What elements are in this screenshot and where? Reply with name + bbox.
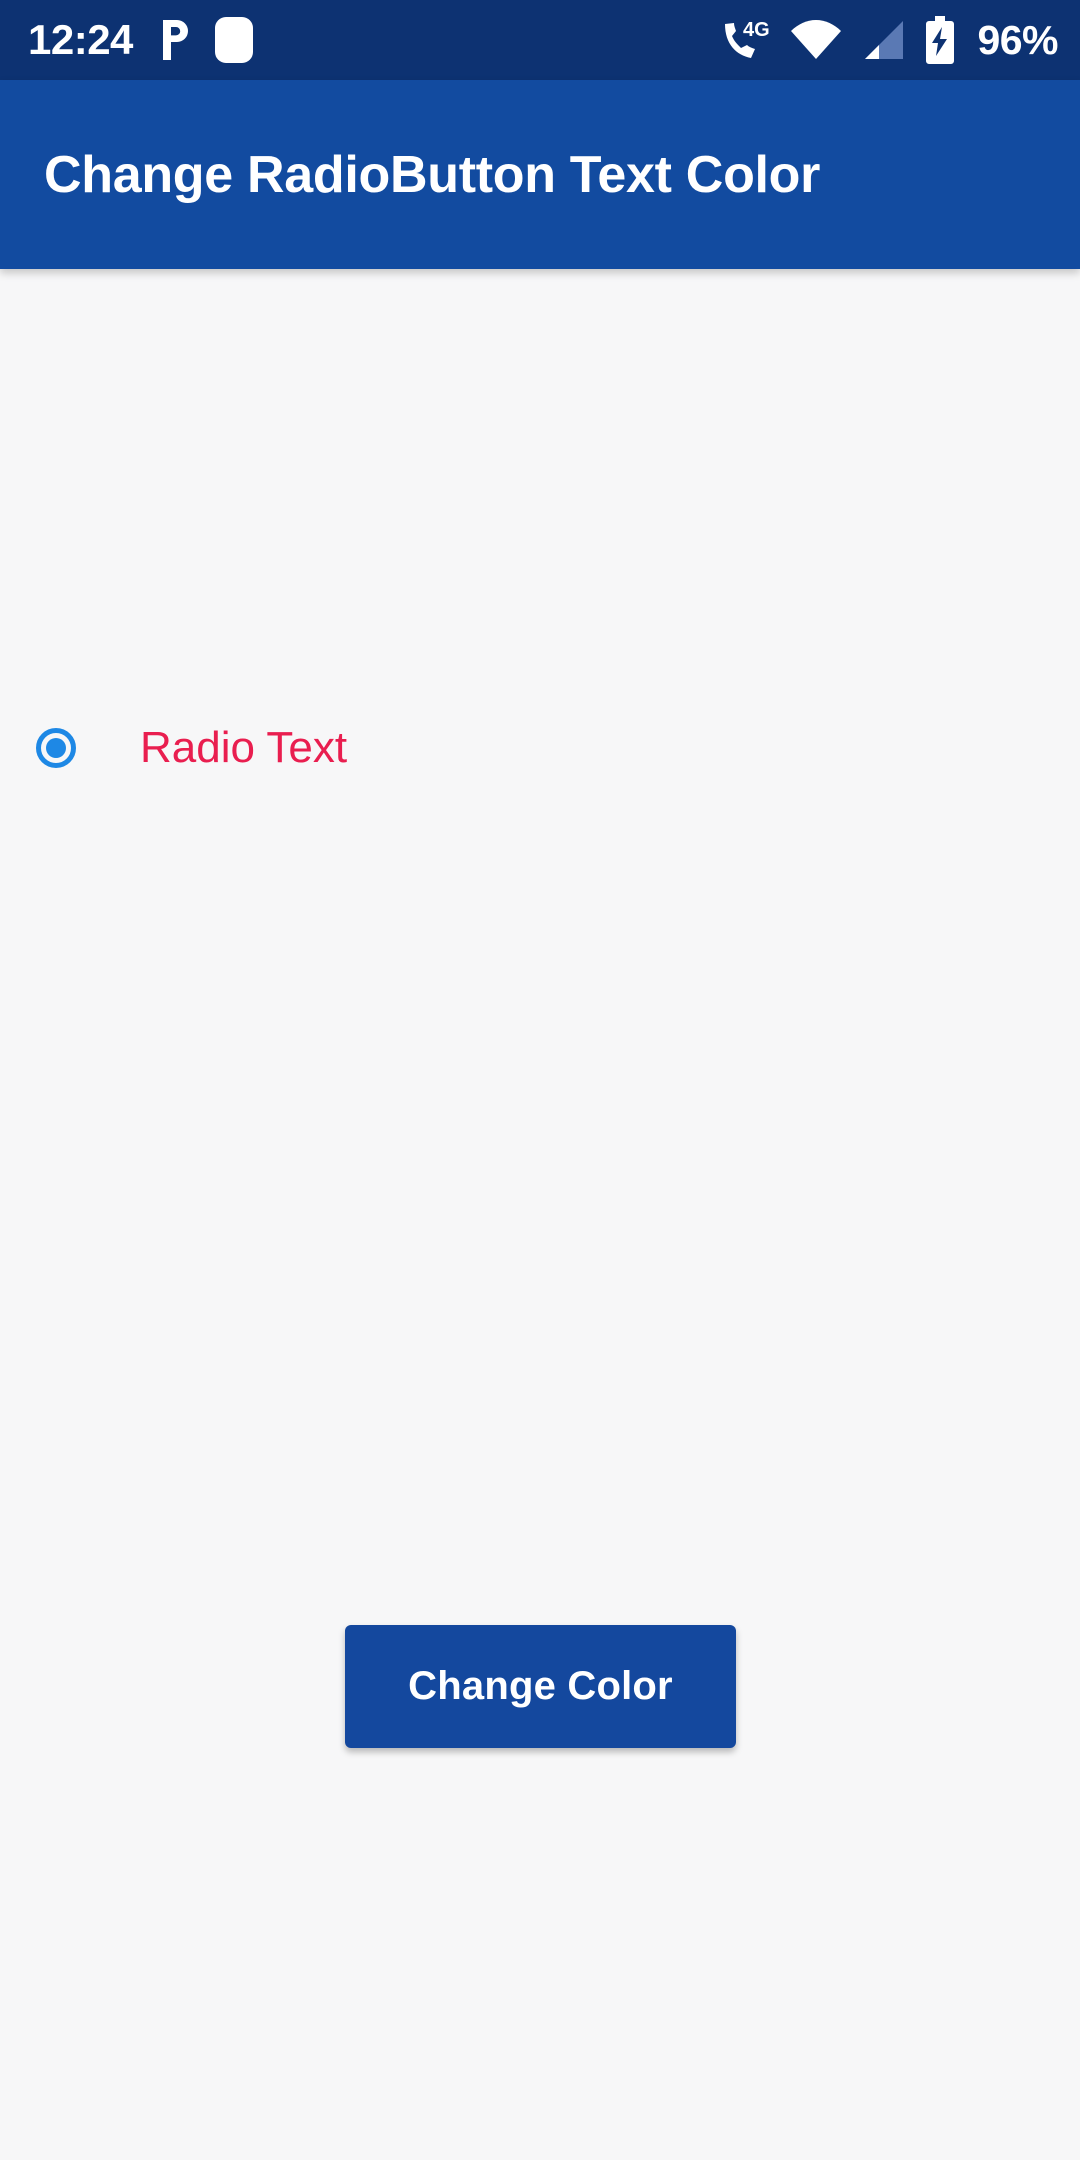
phone-screen: 12:24 4G 96% Change RadioButton Text Col…: [0, 0, 1080, 2160]
status-bar-left: 12:24: [28, 17, 253, 63]
change-color-button[interactable]: Change Color: [345, 1625, 736, 1748]
app-bar: Change RadioButton Text Color: [0, 80, 1080, 269]
app-bar-title: Change RadioButton Text Color: [44, 145, 821, 204]
main-content: Radio Text Change Color: [0, 269, 1080, 2160]
radio-button-inner-dot: [46, 738, 66, 758]
volte-4g-icon: 4G: [721, 17, 773, 63]
radio-button-checked-icon[interactable]: [36, 728, 76, 768]
wifi-icon: [789, 18, 843, 62]
cellular-signal-icon: [859, 18, 907, 62]
radio-option-row[interactable]: Radio Text: [36, 718, 347, 778]
battery-percentage-label: 96%: [977, 16, 1058, 63]
status-bar: 12:24 4G 96%: [0, 0, 1080, 80]
status-bar-right: 4G 96%: [721, 16, 1058, 64]
radio-option-label[interactable]: Radio Text: [140, 726, 347, 770]
battery-charging-icon: [923, 16, 957, 64]
p-notification-icon: [159, 18, 193, 62]
rounded-square-notification-icon: [214, 17, 253, 63]
svg-text:4G: 4G: [743, 19, 770, 41]
notification-icon-group: [159, 17, 253, 63]
status-bar-clock: 12:24: [28, 16, 133, 63]
